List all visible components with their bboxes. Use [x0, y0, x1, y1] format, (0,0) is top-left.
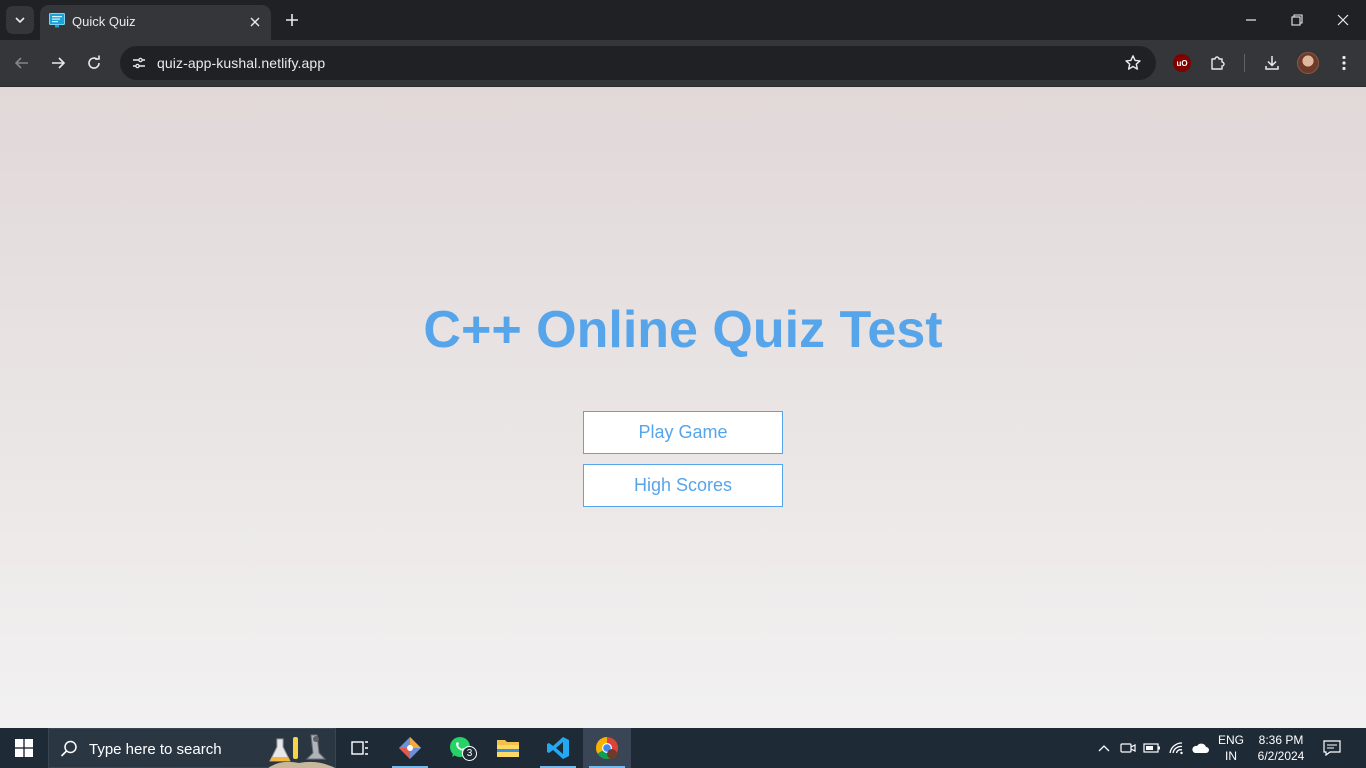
- search-icon: [60, 740, 77, 757]
- whatsapp-unread-badge: 3: [462, 746, 477, 761]
- close-icon: [1337, 14, 1349, 26]
- page-title: C++ Online Quiz Test: [423, 301, 943, 359]
- download-icon: [1265, 56, 1279, 70]
- git-client-icon: [399, 737, 421, 759]
- tab-search-button[interactable]: [6, 6, 34, 34]
- monitor-favicon-icon: [49, 13, 65, 28]
- vscode-icon: [547, 737, 569, 759]
- taskbar-app-whatsapp[interactable]: 3: [436, 728, 484, 768]
- tray-onedrive[interactable]: [1190, 738, 1210, 758]
- puzzle-icon: [1211, 56, 1225, 70]
- search-placeholder: Type here to search: [89, 741, 222, 758]
- task-view-icon: [351, 741, 368, 755]
- arrow-left-icon: [14, 57, 28, 69]
- windows-taskbar: Type here to search 3 ENG IN 8:36 PM 6/2…: [0, 728, 1366, 768]
- tab-title: Quick Quiz: [72, 14, 136, 29]
- taskbar-app-git[interactable]: [386, 728, 434, 768]
- ublock-icon: uO: [1173, 54, 1191, 72]
- reload-button[interactable]: [79, 48, 109, 78]
- language-code: ENG: [1217, 733, 1244, 747]
- back-button[interactable]: [7, 48, 37, 78]
- page-viewport: C++ Online Quiz Test Play Game High Scor…: [0, 87, 1366, 728]
- taskbar-app-chrome[interactable]: [583, 728, 631, 768]
- arrow-right-icon: [52, 57, 66, 69]
- task-view-button[interactable]: [336, 728, 384, 768]
- extensions-button[interactable]: [1204, 49, 1232, 77]
- site-info-button[interactable]: [126, 50, 152, 76]
- battery-icon: [1143, 743, 1160, 753]
- taskbar-app-file-explorer[interactable]: [484, 728, 532, 768]
- start-button[interactable]: [0, 728, 48, 768]
- notification-center-button[interactable]: [1320, 738, 1344, 758]
- avatar: [1297, 52, 1319, 74]
- clock-time: 8:36 PM: [1258, 733, 1304, 747]
- input-language-indicator[interactable]: ENG IN: [1216, 732, 1246, 764]
- wifi-icon: [1169, 742, 1183, 755]
- ublock-extension-button[interactable]: uO: [1168, 49, 1196, 77]
- reload-icon: [88, 55, 100, 69]
- windows-logo-icon: [15, 739, 33, 757]
- region-code: IN: [1225, 749, 1237, 763]
- restore-icon: [1291, 14, 1303, 26]
- minimize-button[interactable]: [1228, 5, 1274, 35]
- chevron-down-icon: [15, 17, 25, 24]
- video-camera-icon: [1120, 743, 1136, 753]
- close-window-button[interactable]: [1320, 5, 1366, 35]
- plus-icon: [286, 14, 298, 26]
- profile-button[interactable]: [1294, 49, 1322, 77]
- toolbar-divider: [1244, 54, 1245, 72]
- browser-tab[interactable]: Quick Quiz: [40, 5, 271, 40]
- tab-strip: Quick Quiz: [0, 0, 1366, 40]
- downloads-button[interactable]: [1258, 49, 1286, 77]
- address-bar[interactable]: quiz-app-kushal.netlify.app: [120, 46, 1156, 80]
- chrome-icon: [596, 737, 618, 759]
- clock-date: 6/2/2024: [1257, 749, 1305, 763]
- bookmark-button[interactable]: [1122, 52, 1144, 74]
- show-hidden-icons-button[interactable]: [1094, 738, 1114, 758]
- restore-button[interactable]: [1274, 5, 1320, 35]
- tab-close-button[interactable]: [247, 14, 263, 30]
- tray-meet-now[interactable]: [1118, 738, 1138, 758]
- taskbar-app-vscode[interactable]: [534, 728, 582, 768]
- taskbar-clock[interactable]: 8:36 PM 6/2/2024: [1252, 732, 1310, 764]
- folder-icon: [497, 740, 519, 757]
- tune-icon: [133, 57, 145, 69]
- tray-network[interactable]: [1166, 738, 1186, 758]
- chevron-up-icon: [1098, 745, 1110, 752]
- cloud-icon: [1192, 743, 1209, 753]
- forward-button[interactable]: [43, 48, 73, 78]
- url-text[interactable]: quiz-app-kushal.netlify.app: [157, 55, 325, 71]
- taskbar-search-box[interactable]: Type here to search: [48, 728, 336, 768]
- notification-icon: [1323, 740, 1341, 756]
- science-lab-icon: [268, 734, 336, 768]
- star-icon: [1125, 55, 1141, 70]
- more-vertical-icon: [1342, 55, 1346, 71]
- new-tab-button[interactable]: [280, 8, 304, 32]
- minimize-icon: [1246, 19, 1256, 21]
- browser-menu-button[interactable]: [1330, 49, 1358, 77]
- high-scores-button[interactable]: High Scores: [583, 464, 783, 507]
- browser-toolbar: quiz-app-kushal.netlify.app uO: [0, 40, 1366, 87]
- close-icon: [250, 17, 260, 27]
- tray-battery[interactable]: [1142, 738, 1162, 758]
- play-game-button[interactable]: Play Game: [583, 411, 783, 454]
